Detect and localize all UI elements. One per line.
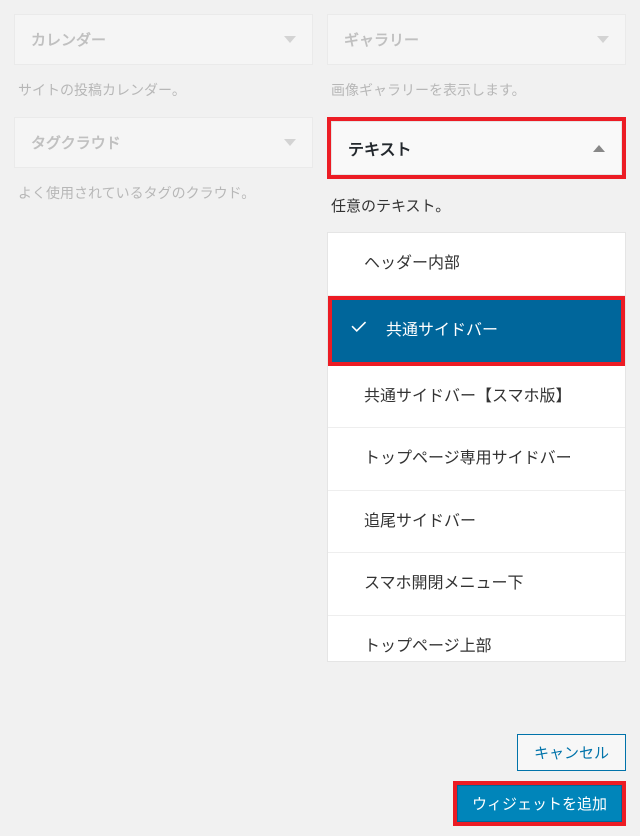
check-icon xyxy=(350,317,368,344)
widget-title: カレンダー xyxy=(31,29,106,50)
area-label: スマホ開閉メニュー下 xyxy=(364,575,524,592)
area-item[interactable]: 追尾サイドバー xyxy=(328,491,625,554)
area-item[interactable]: トップページ上部 xyxy=(328,616,625,661)
area-label: 共通サイドバー xyxy=(386,322,498,339)
area-item[interactable]: トップページ専用サイドバー xyxy=(328,428,625,491)
add-button-highlight: ウィジェットを追加 xyxy=(453,781,626,826)
widget-gallery[interactable]: ギャラリー xyxy=(327,14,626,65)
widget-title: ギャラリー xyxy=(344,29,419,50)
cancel-button[interactable]: キャンセル xyxy=(517,734,626,771)
area-label: トップページ専用サイドバー xyxy=(364,450,572,467)
widget-text[interactable]: テキスト xyxy=(331,121,622,175)
chevron-down-icon xyxy=(284,139,296,146)
widget-area-list: ヘッダー内部 共通サイドバー 共通サイドバー【スマホ版】 トップページ専用サイド… xyxy=(327,232,626,662)
add-widget-button[interactable]: ウィジェットを追加 xyxy=(457,785,622,822)
widget-desc: よく使用されているタグのクラウド。 xyxy=(14,168,313,220)
area-item[interactable]: ヘッダー内部 xyxy=(328,233,625,296)
widget-text-highlight: テキスト xyxy=(327,117,626,179)
area-item[interactable]: 共通サイドバー【スマホ版】 xyxy=(328,366,625,429)
area-list-scroll[interactable]: ヘッダー内部 共通サイドバー 共通サイドバー【スマホ版】 トップページ専用サイド… xyxy=(328,233,625,661)
action-buttons: キャンセル ウィジェットを追加 xyxy=(453,734,626,826)
area-item[interactable]: スマホ開閉メニュー下 xyxy=(328,553,625,616)
widget-desc: サイトの投稿カレンダー。 xyxy=(14,65,313,117)
area-label: 共通サイドバー【スマホ版】 xyxy=(364,388,572,405)
chevron-down-icon xyxy=(284,36,296,43)
area-label: ヘッダー内部 xyxy=(364,255,460,272)
area-item-selected[interactable]: 共通サイドバー xyxy=(328,296,625,366)
widget-title: タグクラウド xyxy=(31,132,121,153)
area-label: トップページ上部 xyxy=(364,638,492,655)
widget-title: テキスト xyxy=(348,136,412,160)
widget-desc: 任意のテキスト。 xyxy=(327,179,626,224)
area-label: 追尾サイドバー xyxy=(364,513,476,530)
chevron-up-icon xyxy=(593,145,605,152)
widget-calendar[interactable]: カレンダー xyxy=(14,14,313,65)
widget-tagcloud[interactable]: タグクラウド xyxy=(14,117,313,168)
chevron-down-icon xyxy=(597,36,609,43)
widget-desc: 画像ギャラリーを表示します。 xyxy=(327,65,626,117)
